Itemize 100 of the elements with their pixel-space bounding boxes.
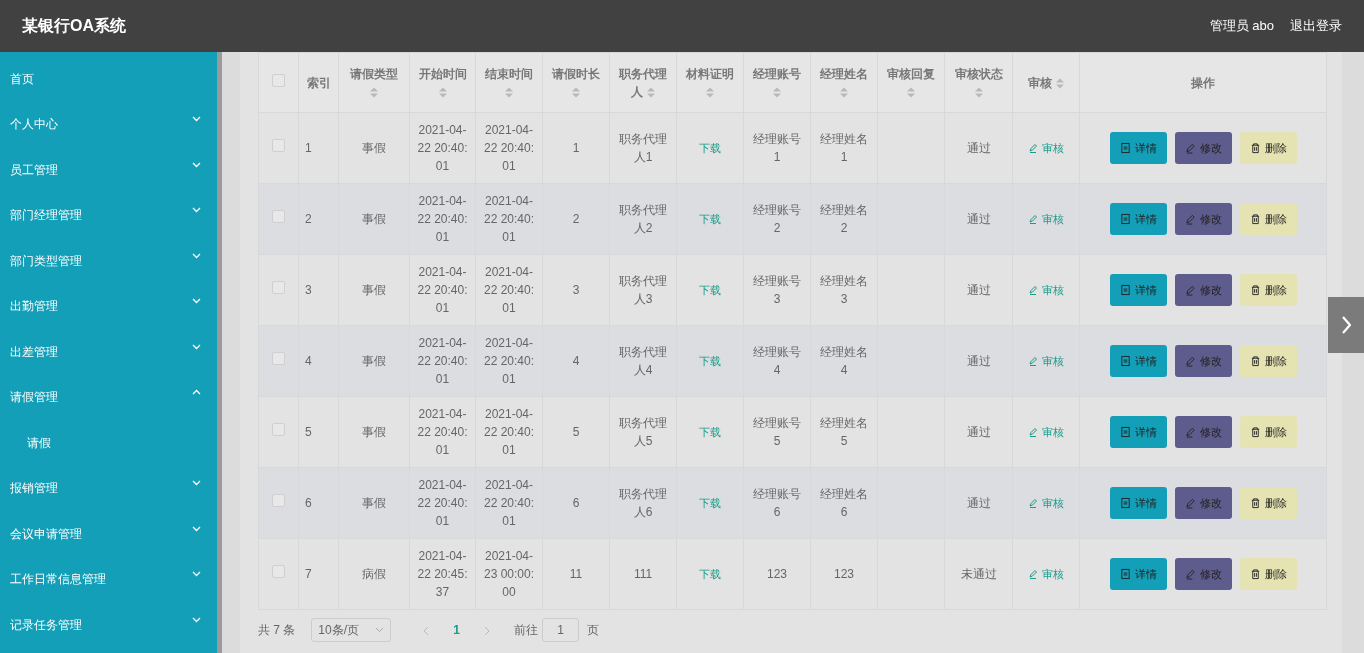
- sort-icon[interactable]: [646, 86, 655, 98]
- sort-icon[interactable]: [572, 86, 580, 98]
- edit-button[interactable]: 修改: [1174, 345, 1232, 377]
- sidebar-subitem[interactable]: 请假: [0, 420, 217, 466]
- scrollbar[interactable]: [217, 52, 222, 653]
- row-checkbox[interactable]: [272, 139, 285, 152]
- review-link[interactable]: 审核: [1028, 351, 1064, 370]
- sidebar-item[interactable]: 请假管理: [0, 374, 217, 420]
- page-size-select[interactable]: 10条/页: [311, 618, 392, 642]
- row-checkbox[interactable]: [272, 423, 285, 436]
- pen-icon: [1028, 568, 1038, 579]
- edit-button[interactable]: 修改: [1174, 416, 1232, 448]
- user-name: 管理员 abo: [1209, 17, 1274, 36]
- chevron-down-icon: [375, 627, 385, 633]
- sort-icon[interactable]: [1055, 77, 1064, 89]
- sort-icon[interactable]: [438, 86, 447, 98]
- table-cell: 经理姓名1: [820, 132, 868, 164]
- sort-icon[interactable]: [505, 86, 513, 98]
- table-cell: 2021-04-22 20:40:01: [483, 478, 534, 528]
- sidebar-item[interactable]: 报销管理: [0, 465, 217, 511]
- edit-button[interactable]: 修改: [1174, 558, 1232, 590]
- sort-icon[interactable]: [370, 86, 378, 98]
- table-cell: 2: [572, 212, 580, 226]
- next-arrow-button[interactable]: [1328, 297, 1364, 353]
- row-checkbox[interactable]: [272, 494, 285, 507]
- goto-label: 前往: [514, 622, 539, 639]
- sort-icon[interactable]: [907, 86, 915, 98]
- edit-button[interactable]: 修改: [1174, 274, 1232, 306]
- detail-button[interactable]: 详情: [1109, 558, 1167, 590]
- table-cell: 通过: [966, 283, 991, 297]
- delete-button[interactable]: 删除: [1239, 487, 1297, 519]
- edit-button[interactable]: 修改: [1174, 487, 1232, 519]
- sort-icon[interactable]: [974, 86, 983, 98]
- sort-icon[interactable]: [773, 86, 781, 98]
- edit-button[interactable]: 修改: [1174, 203, 1232, 235]
- download-link[interactable]: 下载: [699, 142, 721, 154]
- table-cell: 通过: [966, 354, 991, 368]
- column-header[interactable]: 审核: [1028, 73, 1064, 92]
- sidebar-item[interactable]: 个人中心: [0, 101, 217, 147]
- review-link[interactable]: 审核: [1028, 280, 1064, 299]
- table-cell: 5: [572, 425, 580, 439]
- sidebar-item[interactable]: 部门类型管理: [0, 238, 217, 284]
- download-link[interactable]: 下载: [699, 426, 721, 438]
- page-input[interactable]: 1: [542, 618, 580, 642]
- select-all-checkbox[interactable]: [272, 73, 285, 87]
- column-header: 索引: [306, 74, 331, 92]
- detail-button[interactable]: 详情: [1109, 487, 1167, 519]
- download-link[interactable]: 下载: [699, 213, 721, 225]
- delete-button[interactable]: 删除: [1239, 132, 1297, 164]
- logout-link[interactable]: 退出登录: [1290, 16, 1342, 36]
- sidebar-item[interactable]: 出勤管理: [0, 283, 217, 329]
- document-icon: [1119, 355, 1131, 367]
- sidebar-item[interactable]: 部门经理管理: [0, 192, 217, 238]
- total-count: 共 7 条: [258, 622, 296, 639]
- document-icon: [1119, 426, 1131, 438]
- pen-icon: [1184, 355, 1196, 367]
- sidebar-item[interactable]: 记录任务管理: [0, 602, 217, 648]
- page-number[interactable]: 1: [453, 621, 461, 639]
- sidebar-item[interactable]: 首页: [0, 56, 217, 102]
- sidebar-item[interactable]: 会议申请管理: [0, 511, 217, 557]
- row-checkbox[interactable]: [272, 565, 285, 578]
- delete-button[interactable]: 删除: [1239, 203, 1297, 235]
- delete-button[interactable]: 删除: [1239, 274, 1297, 306]
- sort-icon[interactable]: [840, 86, 848, 98]
- detail-button[interactable]: 详情: [1109, 203, 1167, 235]
- detail-button[interactable]: 详情: [1109, 274, 1167, 306]
- pen-icon: [1028, 426, 1038, 437]
- table-cell: 4: [305, 354, 312, 368]
- table-cell: 经理姓名4: [820, 345, 868, 377]
- chevron-right-icon: [1341, 316, 1351, 334]
- download-link[interactable]: 下载: [699, 284, 721, 296]
- review-link[interactable]: 审核: [1028, 493, 1064, 512]
- delete-button[interactable]: 删除: [1239, 345, 1297, 377]
- detail-button[interactable]: 详情: [1109, 416, 1167, 448]
- download-link[interactable]: 下载: [699, 497, 721, 509]
- review-link[interactable]: 审核: [1028, 564, 1064, 583]
- sidebar-item[interactable]: 工作日常信息管理: [0, 556, 217, 602]
- sidebar-item[interactable]: 员工管理: [0, 147, 217, 193]
- review-link[interactable]: 审核: [1028, 209, 1064, 228]
- delete-button[interactable]: 删除: [1239, 558, 1297, 590]
- table-cell: 事假: [362, 141, 386, 155]
- table-cell: 经理账号5: [753, 416, 801, 448]
- sort-icon[interactable]: [706, 86, 714, 98]
- row-checkbox[interactable]: [272, 281, 285, 294]
- download-link[interactable]: 下载: [699, 355, 721, 367]
- review-link[interactable]: 审核: [1028, 138, 1064, 157]
- row-checkbox[interactable]: [272, 352, 285, 365]
- edit-button[interactable]: 修改: [1174, 132, 1232, 164]
- document-icon: [1119, 568, 1131, 580]
- delete-button[interactable]: 删除: [1239, 416, 1297, 448]
- detail-button[interactable]: 详情: [1109, 345, 1167, 377]
- table-cell: 职务代理人4: [619, 345, 667, 377]
- table-cell: 通过: [966, 141, 991, 155]
- download-link[interactable]: 下载: [699, 568, 721, 580]
- review-link[interactable]: 审核: [1028, 422, 1064, 441]
- detail-button[interactable]: 详情: [1109, 132, 1167, 164]
- row-checkbox[interactable]: [272, 210, 285, 223]
- table-cell: 123: [834, 567, 854, 581]
- table-cell: 未通过: [960, 567, 997, 581]
- sidebar-item[interactable]: 出差管理: [0, 329, 217, 375]
